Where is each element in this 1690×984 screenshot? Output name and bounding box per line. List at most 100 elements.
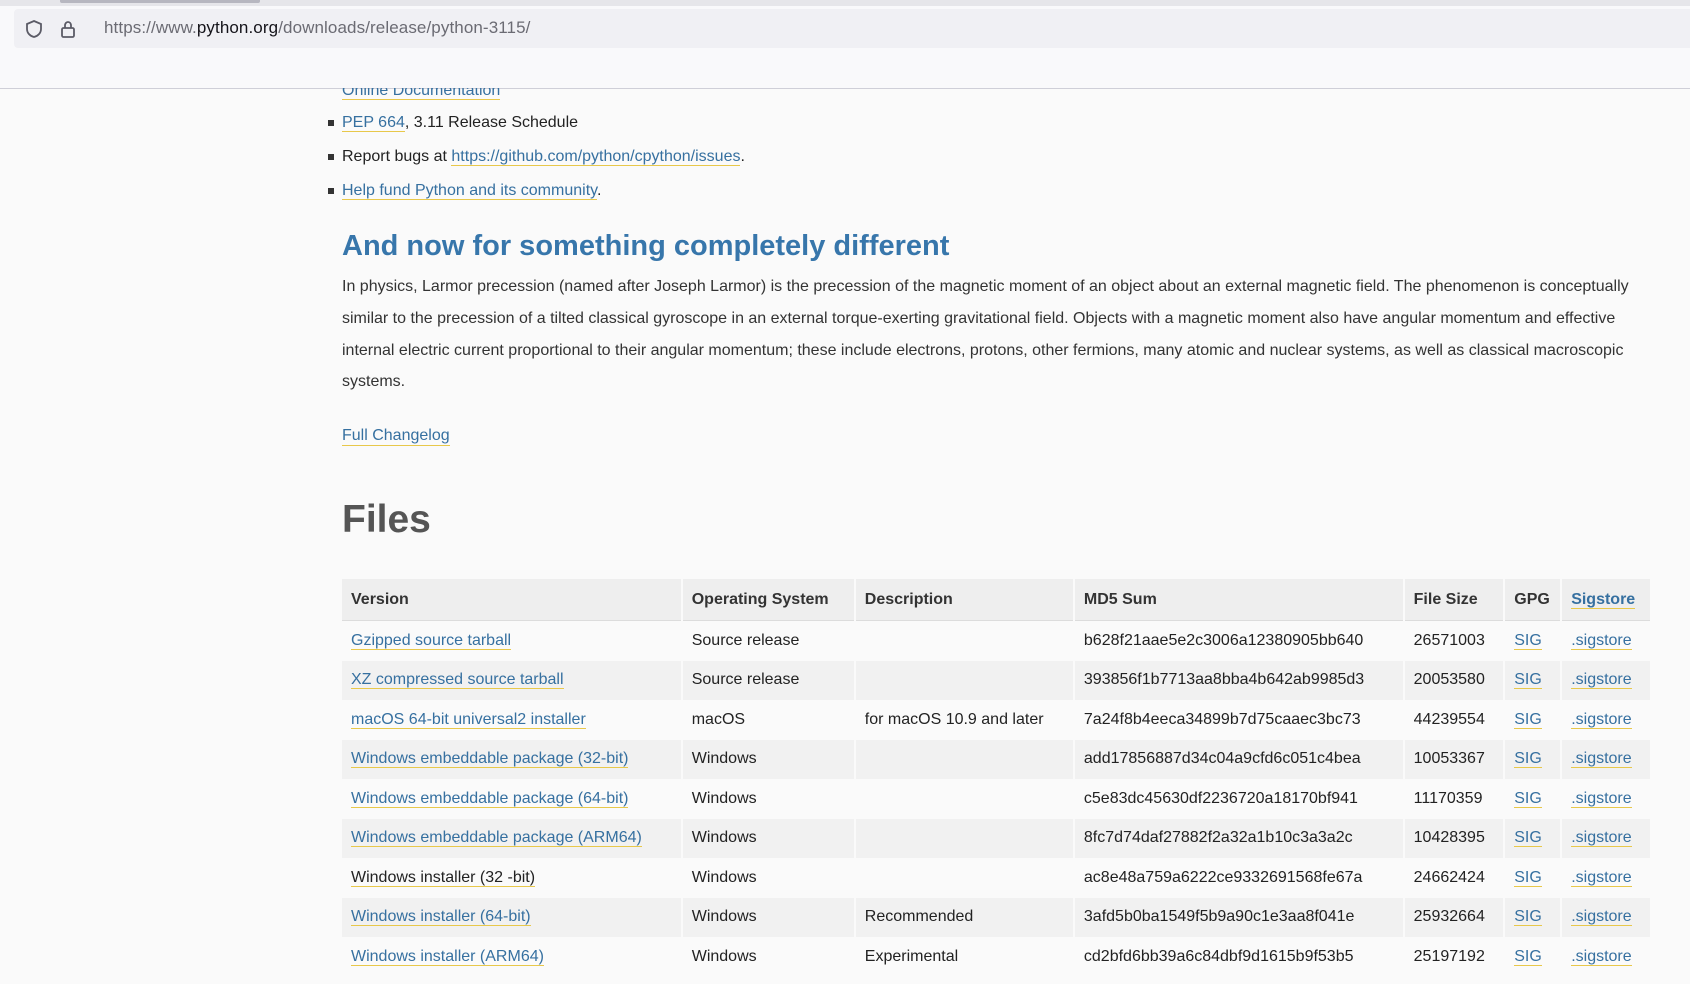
bugs-link[interactable]: https://github.com/python/cpython/issues	[451, 148, 741, 166]
files-table: Version Operating System Description MD5…	[340, 579, 1652, 977]
sigstore-cell[interactable]: .sigstore	[1562, 937, 1650, 977]
size-cell: 25197192	[1404, 937, 1504, 977]
size-cell: 26571003	[1404, 621, 1504, 661]
table-row: Windows installer (64-bit) Windows Recom…	[342, 897, 1650, 937]
table-row: Gzipped source tarball Source release b6…	[342, 621, 1650, 661]
description-cell	[855, 739, 1073, 779]
bullet-icon	[328, 188, 334, 194]
md5-cell: 3afd5b0ba1549f5b9a90c1e3aa8f041e	[1074, 897, 1403, 937]
sigstore-cell[interactable]: .sigstore	[1562, 897, 1650, 937]
sigstore-cell[interactable]: .sigstore	[1562, 858, 1650, 898]
version-cell[interactable]: Windows embeddable package (ARM64)	[342, 818, 681, 858]
description-cell	[855, 818, 1073, 858]
table-row: Windows embeddable package (ARM64) Windo…	[342, 818, 1650, 858]
files-title: Files	[342, 498, 431, 541]
os-cell: Windows	[682, 897, 854, 937]
os-cell: macOS	[682, 700, 854, 740]
version-cell[interactable]: Gzipped source tarball	[342, 621, 681, 661]
size-cell: 11170359	[1404, 779, 1504, 819]
os-cell: Windows	[682, 937, 854, 977]
version-cell[interactable]: Windows installer (64-bit)	[342, 897, 681, 937]
description-cell	[855, 660, 1073, 700]
gpg-cell[interactable]: SIG	[1505, 818, 1561, 858]
bugs-text: Report bugs at	[342, 148, 452, 165]
header-version: Version	[342, 579, 681, 621]
md5-cell: ac8e48a759a6222ce9332691568fe67a	[1074, 858, 1403, 898]
gpg-cell[interactable]: SIG	[1505, 660, 1561, 700]
version-cell[interactable]: Windows embeddable package (32-bit)	[342, 739, 681, 779]
os-cell: Windows	[682, 779, 854, 819]
bugs-period: .	[740, 148, 745, 165]
address-bar[interactable]: https://www.python.org/downloads/release…	[14, 9, 1690, 48]
bullet-icon	[328, 154, 334, 160]
full-changelog-link[interactable]: Full Changelog	[342, 427, 450, 446]
md5-cell: add17856887d34c04a9cfd6c051c4bea	[1074, 739, 1403, 779]
sigstore-cell[interactable]: .sigstore	[1562, 700, 1650, 740]
version-cell[interactable]: macOS 64-bit universal2 installer	[342, 700, 681, 740]
md5-cell: 8fc7d74daf27882f2a32a1b10c3a3a2c	[1074, 818, 1403, 858]
pep-text: , 3.11 Release Schedule	[404, 114, 579, 131]
sigstore-cell[interactable]: .sigstore	[1562, 739, 1650, 779]
version-cell[interactable]: Windows embeddable package (64-bit)	[342, 779, 681, 819]
size-cell: 25932664	[1404, 897, 1504, 937]
header-description: Description	[855, 579, 1073, 621]
os-cell: Source release	[682, 621, 854, 661]
header-file-size: File Size	[1404, 579, 1504, 621]
list-item: Report bugs at https://github.com/python…	[328, 145, 745, 169]
md5-cell: b628f21aae5e2c3006a12380905bb640	[1074, 621, 1403, 661]
size-cell: 44239554	[1404, 700, 1504, 740]
url-text[interactable]: https://www.python.org/downloads/release…	[104, 18, 530, 38]
list-item: PEP 664, 3.11 Release Schedule	[328, 111, 579, 135]
table-header-row: Version Operating System Description MD5…	[342, 579, 1650, 621]
table-row: Windows embeddable package (64-bit) Wind…	[342, 779, 1650, 819]
table-row: XZ compressed source tarball Source rele…	[342, 660, 1650, 700]
gpg-cell[interactable]: SIG	[1505, 937, 1561, 977]
description-cell: for macOS 10.9 and later	[855, 700, 1073, 740]
section-paragraph: In physics, Larmor precession (named aft…	[342, 278, 1629, 391]
md5-cell: c5e83dc45630df2236720a18170bf941	[1074, 779, 1403, 819]
shield-icon[interactable]	[24, 19, 44, 39]
gpg-cell[interactable]: SIG	[1505, 779, 1561, 819]
description-cell	[855, 779, 1073, 819]
table-row: Windows installer (ARM64) Windows Experi…	[342, 937, 1650, 977]
lock-icon[interactable]	[58, 19, 78, 39]
gpg-cell[interactable]: SIG	[1505, 897, 1561, 937]
pep-link[interactable]: PEP 664	[342, 114, 405, 132]
os-cell: Source release	[682, 660, 854, 700]
md5-cell: 7a24f8b4eeca34899b7d75caaec3bc73	[1074, 700, 1403, 740]
bullet-icon	[328, 120, 334, 126]
header-gpg: GPG	[1505, 579, 1561, 621]
gpg-cell[interactable]: SIG	[1505, 621, 1561, 661]
gpg-cell[interactable]: SIG	[1505, 858, 1561, 898]
os-cell: Windows	[682, 818, 854, 858]
header-os: Operating System	[682, 579, 854, 621]
version-cell[interactable]: Windows installer (32 -bit)	[342, 858, 681, 898]
sigstore-cell[interactable]: .sigstore	[1562, 660, 1650, 700]
description-cell: Recommended	[855, 897, 1073, 937]
size-cell: 20053580	[1404, 660, 1504, 700]
md5-cell: 393856f1b7713aa8bba4b642ab9985d3	[1074, 660, 1403, 700]
table-row: macOS 64-bit universal2 installer macOS …	[342, 700, 1650, 740]
sigstore-cell[interactable]: .sigstore	[1562, 818, 1650, 858]
list-item: Help fund Python and its community.	[328, 179, 602, 203]
table-row: Windows installer (32 -bit) Windows ac8e…	[342, 858, 1650, 898]
size-cell: 10053367	[1404, 739, 1504, 779]
gpg-cell[interactable]: SIG	[1505, 739, 1561, 779]
header-sigstore[interactable]: Sigstore	[1562, 579, 1650, 621]
header-md5: MD5 Sum	[1074, 579, 1403, 621]
size-cell: 10428395	[1404, 818, 1504, 858]
sigstore-cell[interactable]: .sigstore	[1562, 621, 1650, 661]
size-cell: 24662424	[1404, 858, 1504, 898]
gpg-cell[interactable]: SIG	[1505, 700, 1561, 740]
fund-period: .	[596, 182, 602, 199]
section-title: And now for something completely differe…	[342, 230, 950, 262]
os-cell: Windows	[682, 739, 854, 779]
md5-cell: cd2bfd6bb39a6c84dbf9d1615b9f53b5	[1074, 937, 1403, 977]
description-cell	[855, 858, 1073, 898]
version-cell[interactable]: XZ compressed source tarball	[342, 660, 681, 700]
description-cell: Experimental	[855, 937, 1073, 977]
active-tab-edge[interactable]	[60, 0, 260, 3]
help-fund-link[interactable]: Help fund Python and its community	[342, 182, 597, 200]
version-cell[interactable]: Windows installer (ARM64)	[342, 937, 681, 977]
sigstore-cell[interactable]: .sigstore	[1562, 779, 1650, 819]
